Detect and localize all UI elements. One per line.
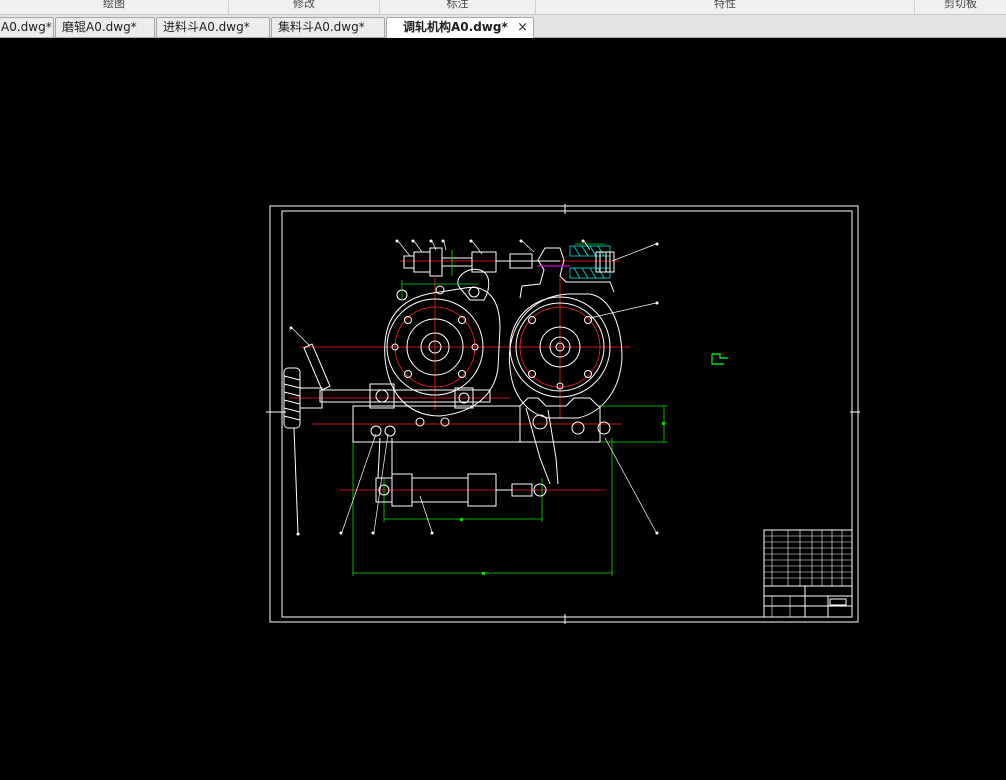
ribbon-group-modify[interactable]: 修改: [229, 0, 380, 14]
tab-label: 磨辊A0.dwg*: [62, 20, 137, 34]
adjusting-screw: [403, 247, 560, 277]
tab-label: A0.dwg*: [1, 20, 52, 34]
tab-document-1[interactable]: A0.dwg*: [0, 17, 54, 37]
title-block: [763, 529, 853, 618]
centre-lines: [290, 260, 630, 491]
sheet-inner-border: [281, 210, 853, 618]
tab-document-feed-hopper[interactable]: 进料斗A0.dwg*: [156, 17, 270, 37]
tab-document-rolling-mechanism[interactable]: 调轧机构A0.dwg* ×: [386, 17, 534, 38]
tab-label: 集料斗A0.dwg*: [278, 20, 365, 34]
drawing-canvas[interactable]: [0, 38, 1006, 780]
tab-document-collecting-hopper[interactable]: 集料斗A0.dwg*: [271, 17, 385, 37]
sheet-outer-border: [269, 205, 859, 623]
tab-label: 进料斗A0.dwg*: [163, 20, 250, 34]
ribbon-group-clipboard[interactable]: 剪切板: [915, 0, 1006, 14]
cad-drawing: [266, 204, 860, 624]
close-icon[interactable]: ×: [517, 18, 528, 37]
handwheel: [283, 343, 331, 535]
tab-label: 调轧机构A0.dwg*: [403, 20, 508, 34]
dimension-lines: [352, 243, 728, 576]
ribbon-group-properties[interactable]: 特性: [536, 0, 915, 14]
ribbon-group-dimension[interactable]: 标注: [380, 0, 536, 14]
right-roll: [508, 247, 623, 419]
document-tab-bar: A0.dwg* 磨辊A0.dwg* 进料斗A0.dwg* 集料斗A0.dwg* …: [0, 15, 1006, 38]
hydraulic-cylinder: [375, 407, 559, 507]
base-frame: [319, 383, 611, 443]
ribbon-group-row: 绘图 修改 标注 特性 剪切板: [0, 0, 1006, 15]
tab-document-grinding-roller[interactable]: 磨辊A0.dwg*: [55, 17, 155, 37]
ribbon-group-draw[interactable]: 绘图: [0, 0, 229, 14]
section-hatch: [569, 245, 611, 279]
